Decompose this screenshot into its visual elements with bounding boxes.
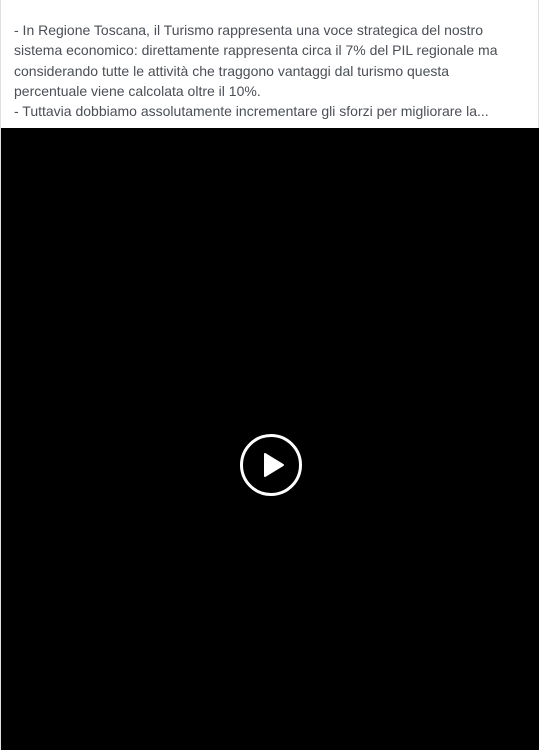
- post-text-line: - In Regione Toscana, il Turismo rappres…: [14, 22, 483, 38]
- play-button[interactable]: [240, 434, 302, 496]
- post-text-line: percentuale viene calcolata oltre il 10%…: [14, 82, 261, 99]
- post-text-line: sistema economico: direttamente rapprese…: [14, 42, 498, 59]
- play-icon: [264, 453, 284, 477]
- video-player[interactable]: [1, 128, 539, 750]
- post-card: - In Regione Toscana, il Turismo rappres…: [0, 0, 539, 750]
- post-text-line: considerando tutte le attività che tragg…: [14, 62, 450, 79]
- post-text: - In Regione Toscana, il Turismo rappres…: [14, 20, 514, 121]
- post-text-line-truncated[interactable]: - Tuttavia dobbiamo assolutamente increm…: [14, 101, 514, 121]
